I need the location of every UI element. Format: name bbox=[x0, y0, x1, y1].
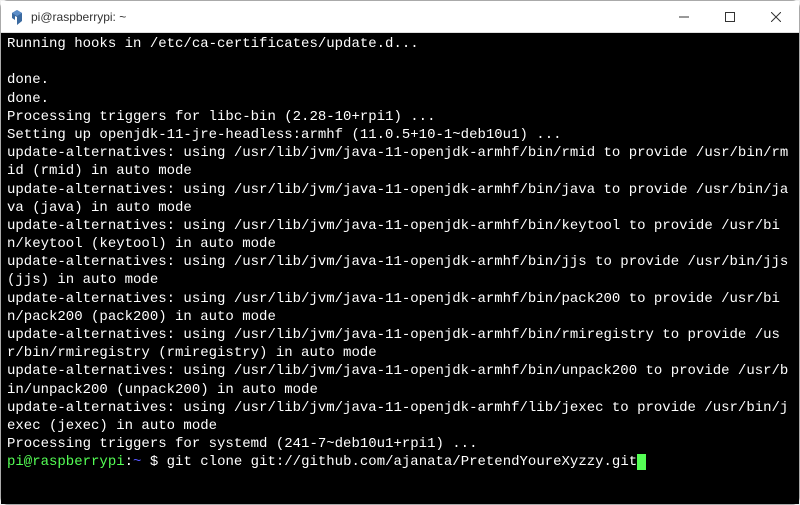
window-controls bbox=[661, 1, 799, 32]
terminal-area[interactable]: Running hooks in /etc/ca-certificates/up… bbox=[1, 33, 799, 504]
window-titlebar: pi@raspberrypi: ~ bbox=[1, 1, 799, 33]
prompt-user-host: pi@raspberrypi bbox=[7, 454, 125, 470]
minimize-button[interactable] bbox=[661, 1, 707, 32]
maximize-button[interactable] bbox=[707, 1, 753, 32]
close-button[interactable] bbox=[753, 1, 799, 32]
prompt-symbol: $ bbox=[141, 454, 166, 470]
cursor-icon bbox=[637, 454, 646, 470]
prompt-separator: : bbox=[125, 454, 133, 470]
command-input[interactable]: git clone git://github.com/ajanata/Prete… bbox=[167, 454, 637, 470]
window-title: pi@raspberrypi: ~ bbox=[31, 10, 661, 24]
app-icon bbox=[9, 9, 25, 25]
terminal-output: Running hooks in /etc/ca-certificates/up… bbox=[7, 36, 797, 452]
prompt-line: pi@raspberrypi:~ $ git clone git://githu… bbox=[7, 454, 646, 470]
